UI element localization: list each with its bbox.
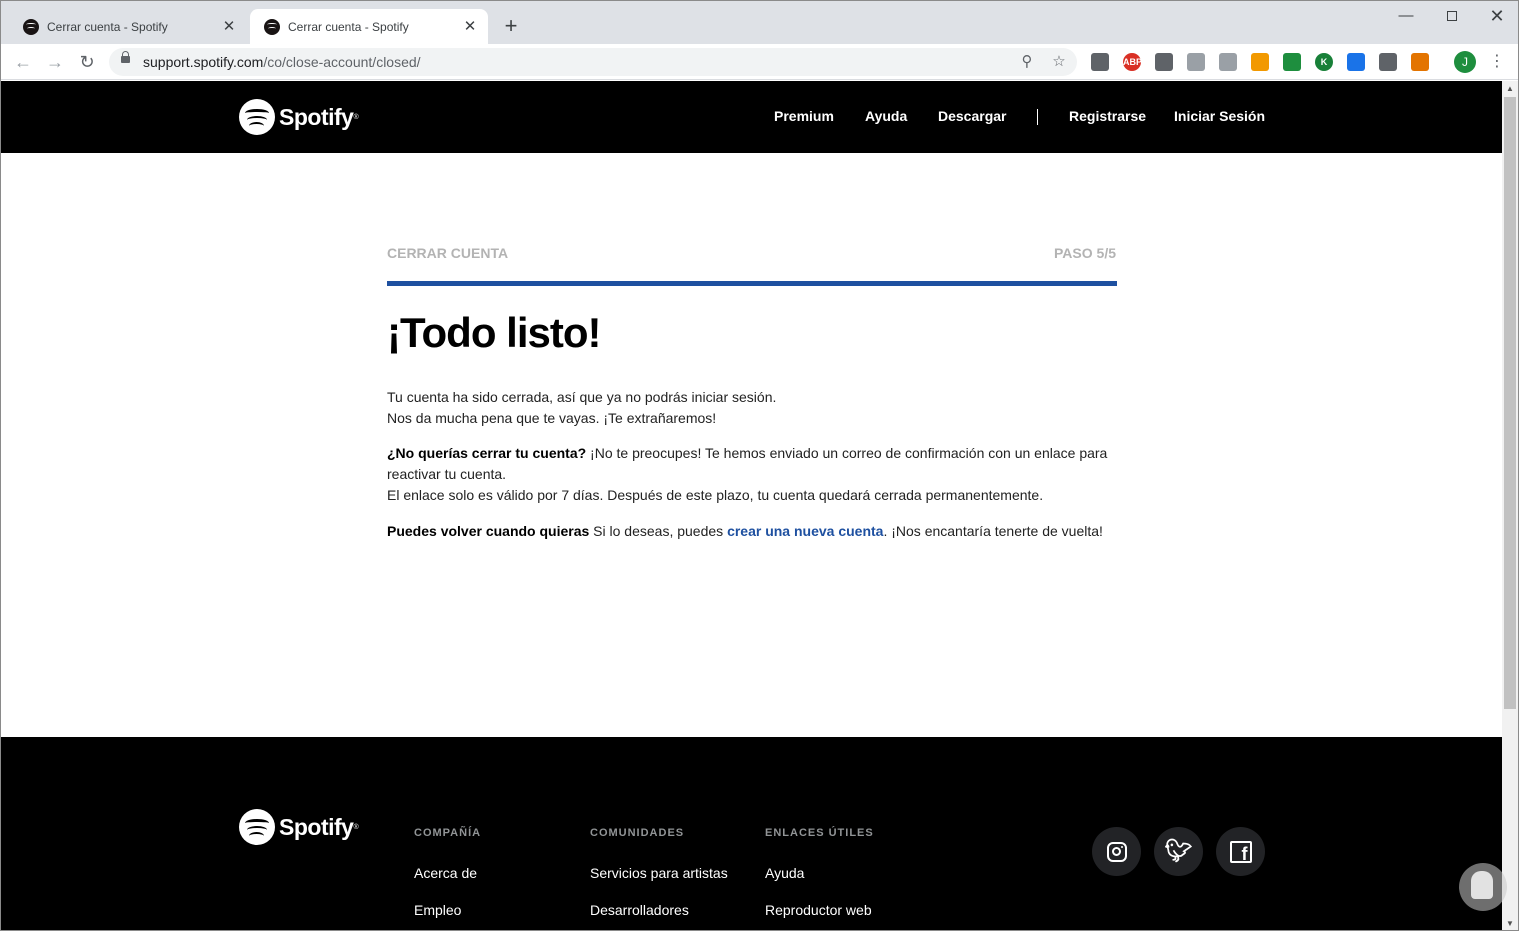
extension-icon[interactable] bbox=[1187, 53, 1205, 71]
profile-avatar[interactable]: J bbox=[1454, 51, 1476, 73]
browser-window: Cerrar cuenta - Spotify ✕ Cerrar cuenta … bbox=[0, 0, 1519, 931]
close-window-button[interactable]: ✕ bbox=[1474, 5, 1518, 27]
spotify-logo[interactable]: Spotify ® bbox=[239, 99, 359, 135]
tab-strip: Cerrar cuenta - Spotify ✕ Cerrar cuenta … bbox=[1, 1, 1518, 44]
spotify-favicon-icon bbox=[264, 18, 280, 35]
lock-icon bbox=[121, 51, 130, 63]
progress-bar bbox=[387, 281, 1117, 286]
footer-link-jobs[interactable]: Empleo bbox=[414, 902, 461, 918]
browser-toolbar: ← → ↻ support.spotify.com/co/close-accou… bbox=[1, 44, 1518, 80]
tab-close-icon[interactable]: ✕ bbox=[462, 18, 478, 35]
footer-heading-communities: COMUNIDADES bbox=[590, 827, 685, 839]
footer-link-artists[interactable]: Servicios para artistas bbox=[590, 865, 728, 881]
tab-title: Cerrar cuenta - Spotify bbox=[288, 19, 409, 34]
url-text: support.spotify.com/co/close-account/clo… bbox=[143, 54, 421, 70]
nav-divider bbox=[1037, 109, 1038, 125]
footer-link-web-player[interactable]: Reproductor web bbox=[765, 902, 872, 918]
new-tab-button[interactable]: + bbox=[499, 15, 523, 39]
progress-fill bbox=[387, 281, 1117, 286]
extension-icon[interactable] bbox=[1091, 53, 1109, 71]
extension-icon[interactable] bbox=[1347, 53, 1365, 71]
instagram-icon bbox=[1106, 841, 1127, 862]
step-label: CERRAR CUENTA bbox=[387, 245, 509, 261]
extension-icon[interactable] bbox=[1283, 53, 1301, 71]
extension-icon[interactable] bbox=[1411, 53, 1429, 71]
tab-close-icon[interactable]: ✕ bbox=[221, 18, 237, 35]
forward-button[interactable]: → bbox=[43, 50, 67, 74]
spotify-logo-icon bbox=[239, 809, 275, 845]
step-count: PASO 5/5 bbox=[1054, 245, 1116, 261]
footer-link-help[interactable]: Ayuda bbox=[765, 865, 804, 881]
scrollbar-thumb[interactable] bbox=[1504, 97, 1516, 709]
nav-download[interactable]: Descargar bbox=[938, 108, 1007, 124]
twitter-icon: 🐦︎ bbox=[1164, 838, 1193, 864]
extension-icon[interactable] bbox=[1251, 53, 1269, 71]
nav-premium[interactable]: Premium bbox=[774, 108, 834, 124]
reactivate-message: ¿No querías cerrar tu cuenta? ¡No te pre… bbox=[387, 445, 1108, 503]
instagram-button[interactable] bbox=[1092, 827, 1141, 876]
twitter-button[interactable]: 🐦︎ bbox=[1154, 827, 1203, 876]
bookmark-star-icon[interactable]: ☆ bbox=[1049, 52, 1069, 72]
extension-icon[interactable] bbox=[1379, 53, 1397, 71]
come-back-message: Puedes volver cuando quieras Si lo desea… bbox=[387, 523, 1103, 539]
tab-inactive[interactable]: Cerrar cuenta - Spotify ✕ bbox=[9, 9, 247, 44]
maximize-button[interactable] bbox=[1429, 5, 1475, 27]
facebook-icon: f bbox=[1229, 840, 1252, 864]
vertical-scrollbar[interactable]: ▲ ▼ bbox=[1502, 81, 1518, 930]
facebook-button[interactable]: f bbox=[1216, 827, 1265, 876]
nav-register[interactable]: Registrarse bbox=[1069, 108, 1146, 124]
reload-button[interactable]: ↻ bbox=[75, 50, 99, 74]
footer-heading-useful-links: ENLACES ÚTILES bbox=[765, 827, 874, 839]
back-button[interactable]: ← bbox=[11, 50, 35, 74]
address-bar[interactable]: support.spotify.com/co/close-account/clo… bbox=[109, 48, 1077, 76]
create-account-link[interactable]: crear una nueva cuenta bbox=[727, 523, 883, 539]
page-title: ¡Todo listo! bbox=[387, 309, 601, 356]
footer-heading-company: COMPAÑÍA bbox=[414, 827, 482, 839]
tab-active[interactable]: Cerrar cuenta - Spotify ✕ bbox=[250, 9, 488, 44]
spotify-header: Spotify ® Premium Ayuda Descargar Registr… bbox=[1, 81, 1502, 153]
menu-kebab-icon[interactable]: ⋮ bbox=[1489, 51, 1505, 73]
adblock-icon[interactable]: ABP bbox=[1123, 53, 1142, 71]
extension-icon[interactable] bbox=[1155, 53, 1173, 71]
spotify-favicon-icon bbox=[23, 18, 39, 35]
scroll-up-arrow-icon[interactable]: ▲ bbox=[1502, 81, 1518, 97]
tab-title: Cerrar cuenta - Spotify bbox=[47, 19, 168, 34]
extension-icon[interactable] bbox=[1219, 53, 1237, 71]
nav-login[interactable]: Iniciar Sesión bbox=[1174, 108, 1265, 124]
spotify-logo-icon bbox=[239, 99, 275, 135]
zoom-icon[interactable]: ⚲ bbox=[1017, 52, 1037, 72]
closed-message: Tu cuenta ha sido cerrada, así que ya no… bbox=[387, 389, 777, 426]
extension-icon[interactable]: K bbox=[1315, 53, 1333, 71]
footer-link-developers[interactable]: Desarrolladores bbox=[590, 902, 689, 918]
watermark-icon bbox=[1459, 863, 1507, 911]
footer-spotify-logo[interactable]: Spotify ® bbox=[239, 809, 359, 845]
nav-help[interactable]: Ayuda bbox=[865, 108, 907, 124]
minimize-button[interactable]: — bbox=[1383, 5, 1429, 27]
spotify-footer: Spotify ® COMPAÑÍA Acerca de Empleo COMUN… bbox=[1, 737, 1502, 930]
page-viewport: Spotify ® Premium Ayuda Descargar Registr… bbox=[1, 81, 1502, 930]
scroll-down-arrow-icon[interactable]: ▼ bbox=[1502, 916, 1518, 930]
footer-link-about[interactable]: Acerca de bbox=[414, 865, 477, 881]
